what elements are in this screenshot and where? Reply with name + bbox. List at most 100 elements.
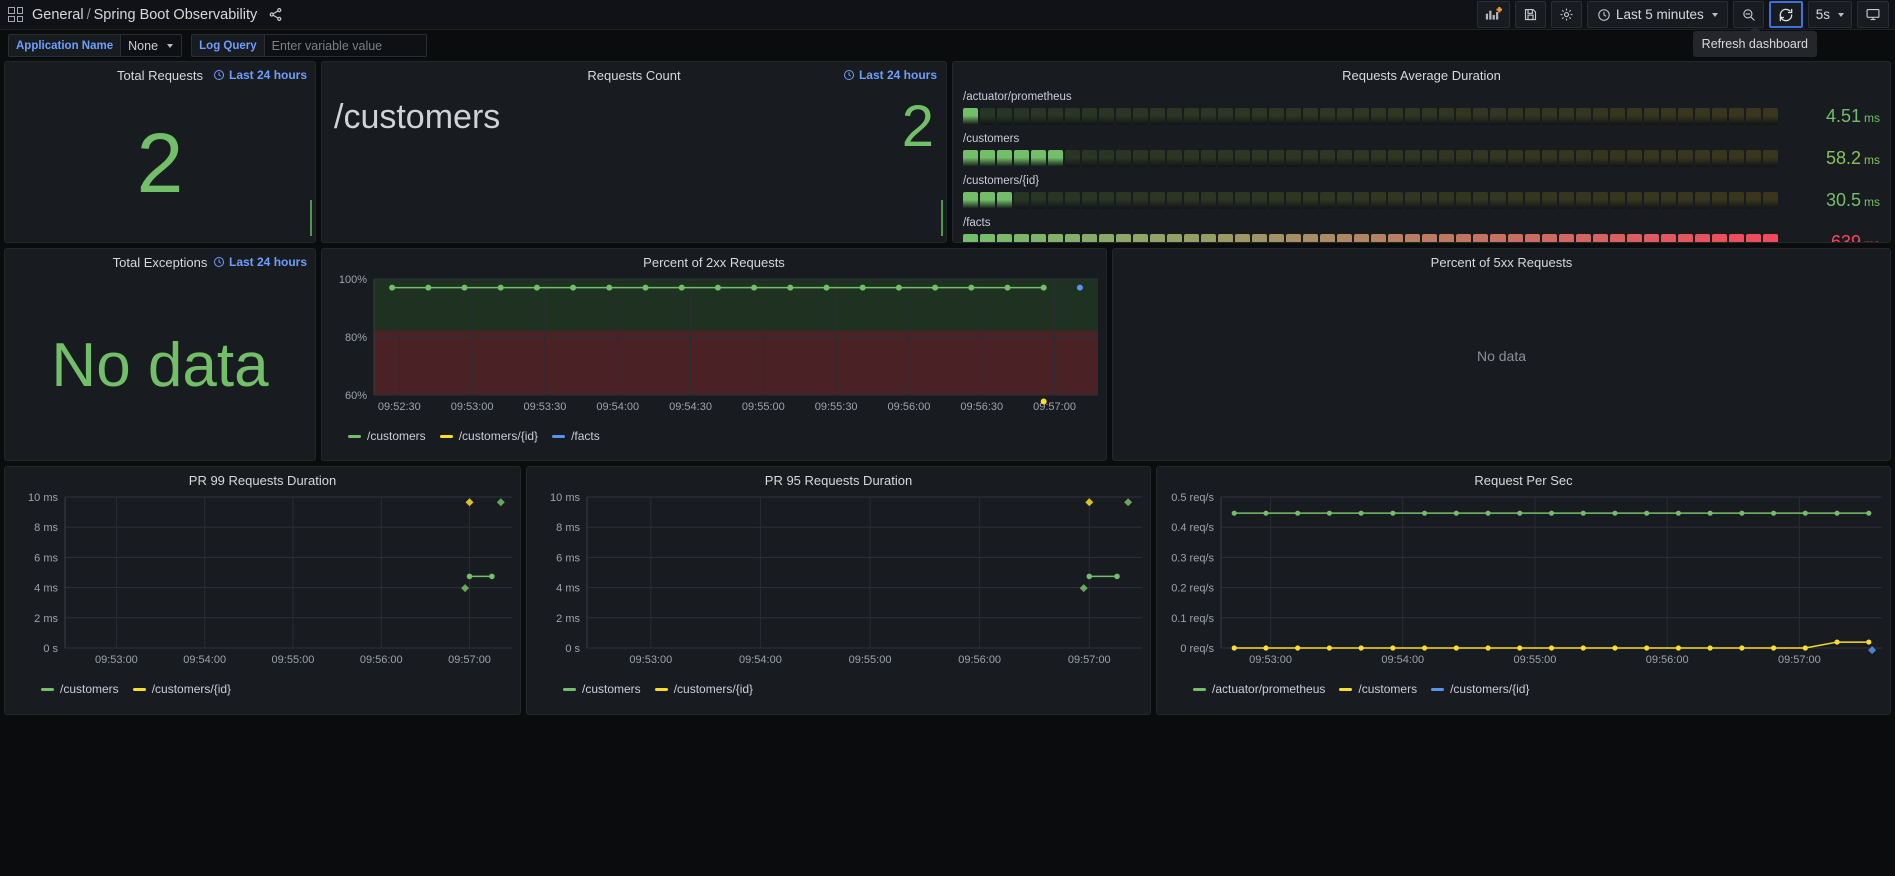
bargauge-cell bbox=[1610, 234, 1625, 243]
chevron-down-icon bbox=[167, 44, 173, 48]
data-point bbox=[1549, 511, 1554, 516]
legend-label: /customers/{id} bbox=[1450, 682, 1529, 696]
add-panel-button[interactable] bbox=[1477, 1, 1510, 28]
breadcrumb-folder[interactable]: General bbox=[32, 7, 84, 23]
refresh-dashboard-button[interactable] bbox=[1769, 1, 1803, 28]
save-dashboard-button[interactable] bbox=[1515, 1, 1546, 28]
data-point bbox=[1612, 645, 1617, 650]
legend-item[interactable]: /customers/{id} bbox=[1431, 682, 1529, 696]
legend-item[interactable]: /customers/{id} bbox=[440, 429, 538, 443]
data-point bbox=[1803, 511, 1808, 516]
panel-title-pr95: PR 95 Requests Duration bbox=[527, 467, 1150, 489]
bargauge-cell bbox=[1320, 192, 1335, 209]
chart-pr95[interactable]: 0 s2 ms4 ms6 ms8 ms10 ms09:53:0009:54:00… bbox=[527, 489, 1150, 679]
time-range-label: Last 5 minutes bbox=[1616, 7, 1704, 22]
refresh-interval-picker[interactable]: 5s bbox=[1808, 1, 1852, 28]
legend-item[interactable]: /customers bbox=[1339, 682, 1417, 696]
panel-pr99-requests-duration[interactable]: PR 99 Requests Duration 0 s2 ms4 ms6 ms8… bbox=[4, 466, 521, 715]
y-axis-tick-label: 0.1 req/s bbox=[1171, 613, 1214, 625]
panel-request-per-sec[interactable]: Request Per Sec 0 req/s0.1 req/s0.2 req/… bbox=[1156, 466, 1891, 715]
panel-pr95-requests-duration[interactable]: PR 95 Requests Duration 0 s2 ms4 ms6 ms8… bbox=[526, 466, 1151, 715]
y-axis-tick-label: 0.4 req/s bbox=[1171, 522, 1214, 534]
variable-input-log-query[interactable]: Enter variable value bbox=[264, 34, 427, 57]
bargauge-cell bbox=[1746, 108, 1761, 125]
panel-title-request-per-sec: Request Per Sec bbox=[1157, 467, 1890, 489]
data-point bbox=[787, 285, 793, 291]
legend-color-swatch bbox=[41, 688, 54, 691]
bargauge-cell bbox=[1150, 234, 1165, 243]
zoom-out-time-button[interactable] bbox=[1733, 1, 1764, 28]
bargauge-cell bbox=[1201, 108, 1216, 125]
bargauge-cell bbox=[1473, 234, 1488, 243]
x-axis-tick-label: 09:54:00 bbox=[739, 654, 782, 666]
no-data-message-5xx: No data bbox=[1113, 271, 1890, 441]
chart-percent-2xx[interactable]: 60%80%100%09:52:3009:53:0009:53:3009:54:… bbox=[322, 271, 1106, 426]
bargauge-cell bbox=[1439, 150, 1454, 167]
data-point bbox=[1263, 511, 1268, 516]
legend-item[interactable]: /customers/{id} bbox=[655, 682, 753, 696]
panel-total-requests[interactable]: Total Requests Last 24 hours 2 bbox=[4, 61, 316, 243]
data-point bbox=[1739, 511, 1744, 516]
dashboard-grid: Total Requests Last 24 hours 2 Requests … bbox=[0, 61, 1895, 724]
legend-color-swatch bbox=[655, 688, 668, 691]
panel-requests-average-duration[interactable]: Requests Average Duration /actuator/prom… bbox=[952, 61, 1891, 243]
x-axis-tick-label: 09:55:00 bbox=[272, 654, 315, 666]
legend-item[interactable]: /customers bbox=[563, 682, 641, 696]
legend-color-swatch bbox=[440, 435, 453, 438]
bargauge-value: 58.2ms bbox=[1788, 148, 1880, 169]
bargauge-cell bbox=[1388, 108, 1403, 125]
legend-color-swatch bbox=[1431, 688, 1444, 691]
stat-total-requests: 2 bbox=[5, 84, 315, 242]
panel-requests-count[interactable]: Requests Count Last 24 hours /customers … bbox=[321, 61, 947, 243]
bargauge-cell bbox=[1763, 108, 1778, 125]
bargauge-number: 639 bbox=[1831, 232, 1861, 243]
variable-application-name: Application Name None bbox=[8, 34, 182, 57]
data-point bbox=[968, 285, 974, 291]
share-icon[interactable] bbox=[267, 7, 283, 23]
data-point bbox=[466, 498, 474, 506]
x-axis-tick-label: 09:54:30 bbox=[669, 401, 712, 413]
chart-request-per-sec[interactable]: 0 req/s0.1 req/s0.2 req/s0.3 req/s0.4 re… bbox=[1157, 489, 1890, 679]
data-point bbox=[860, 285, 866, 291]
bargauge-cell bbox=[1116, 150, 1131, 167]
x-axis-tick-label: 09:53:00 bbox=[1249, 654, 1292, 666]
bargauge-cell bbox=[1559, 108, 1574, 125]
bargauge-cell bbox=[1065, 192, 1080, 209]
bargauge-cell bbox=[963, 192, 978, 209]
legend-item[interactable]: /customers bbox=[348, 429, 426, 443]
data-point bbox=[1454, 511, 1459, 516]
time-range-picker[interactable]: Last 5 minutes bbox=[1587, 1, 1728, 28]
breadcrumb-dashboard-title[interactable]: Spring Boot Observability bbox=[94, 7, 258, 23]
data-point bbox=[679, 285, 685, 291]
data-point bbox=[497, 498, 505, 506]
chart-pr99[interactable]: 0 s2 ms4 ms6 ms8 ms10 ms09:53:0009:54:00… bbox=[5, 489, 520, 679]
bargauge-cell bbox=[1320, 234, 1335, 243]
chart-pr95-svg: 0 s2 ms4 ms6 ms8 ms10 ms09:53:0009:54:00… bbox=[527, 489, 1150, 674]
bargauge-cell bbox=[1065, 108, 1080, 125]
y-axis-tick-label: 8 ms bbox=[34, 522, 58, 534]
variable-select-application-name[interactable]: None bbox=[120, 34, 182, 57]
tv-mode-button[interactable] bbox=[1857, 1, 1889, 28]
bargauge-cell bbox=[1082, 192, 1097, 209]
bargauge-cell bbox=[1048, 234, 1063, 243]
legend-item[interactable]: /facts bbox=[552, 429, 600, 443]
bargauge-unit: ms bbox=[1864, 195, 1880, 209]
panel-total-exceptions[interactable]: Total Exceptions Last 24 hours No data bbox=[4, 248, 316, 461]
bargauge-cell bbox=[1644, 108, 1659, 125]
bargauge-cell bbox=[1559, 192, 1574, 209]
bargauge-cell bbox=[1525, 108, 1540, 125]
stat-value: 2 bbox=[902, 98, 934, 156]
bargauge-cell bbox=[1371, 150, 1386, 167]
y-axis-tick-label: 2 ms bbox=[34, 613, 58, 625]
legend-item[interactable]: /customers/{id} bbox=[133, 682, 231, 696]
legend-label: /facts bbox=[571, 429, 600, 443]
data-point bbox=[467, 574, 473, 580]
bargauge-cell bbox=[1201, 150, 1216, 167]
legend-item[interactable]: /actuator/prometheus bbox=[1193, 682, 1325, 696]
dashboard-settings-button[interactable] bbox=[1551, 1, 1582, 28]
chart-rps-svg: 0 req/s0.1 req/s0.2 req/s0.3 req/s0.4 re… bbox=[1157, 489, 1890, 674]
panel-percent-2xx-requests[interactable]: Percent of 2xx Requests 60%80%100%09:52:… bbox=[321, 248, 1107, 461]
legend-item[interactable]: /customers bbox=[41, 682, 119, 696]
dashboards-grid-icon[interactable] bbox=[8, 7, 23, 22]
panel-percent-5xx-requests[interactable]: Percent of 5xx Requests No data bbox=[1112, 248, 1891, 461]
